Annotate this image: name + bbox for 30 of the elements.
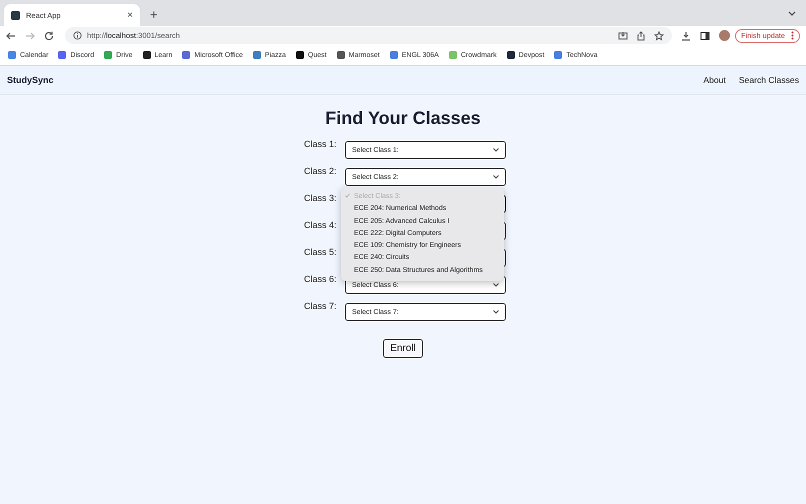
star-icon[interactable]	[654, 30, 664, 40]
class-label: Class 1:	[304, 139, 338, 149]
class-label: Class 6:	[304, 274, 338, 284]
reload-icon[interactable]	[44, 30, 54, 40]
nav-link[interactable]: Search Classes	[738, 75, 799, 85]
back-arrow-icon[interactable]	[6, 30, 16, 40]
class-label: Class 3:	[304, 193, 338, 203]
chevron-down-icon	[493, 310, 499, 314]
close-tab-button[interactable]: ×	[127, 10, 133, 20]
chevron-down-icon	[493, 175, 499, 179]
more-options-icon[interactable]	[791, 31, 794, 40]
class-label: Class 7:	[304, 301, 338, 311]
download-icon[interactable]	[681, 30, 692, 40]
check-icon	[345, 193, 350, 198]
brand-logo[interactable]: StudySync	[7, 75, 54, 85]
page-heading: Find Your Classes	[325, 108, 481, 129]
chevron-down-icon[interactable]	[788, 11, 796, 17]
enroll-button[interactable]: Enroll	[383, 339, 423, 358]
class-label: Class 4:	[304, 220, 338, 230]
share-icon[interactable]	[636, 30, 646, 40]
side-panel-icon[interactable]	[700, 30, 710, 40]
info-icon[interactable]	[73, 31, 82, 40]
nav-link[interactable]: About	[703, 75, 726, 85]
new-tab-button[interactable]: +	[150, 7, 158, 22]
install-icon[interactable]	[618, 30, 628, 40]
class-label: Class 5:	[304, 247, 338, 257]
chevron-down-icon	[493, 283, 499, 287]
chevron-down-icon	[493, 148, 499, 152]
profile-avatar[interactable]	[719, 30, 730, 41]
class-label: Class 2:	[304, 166, 338, 176]
